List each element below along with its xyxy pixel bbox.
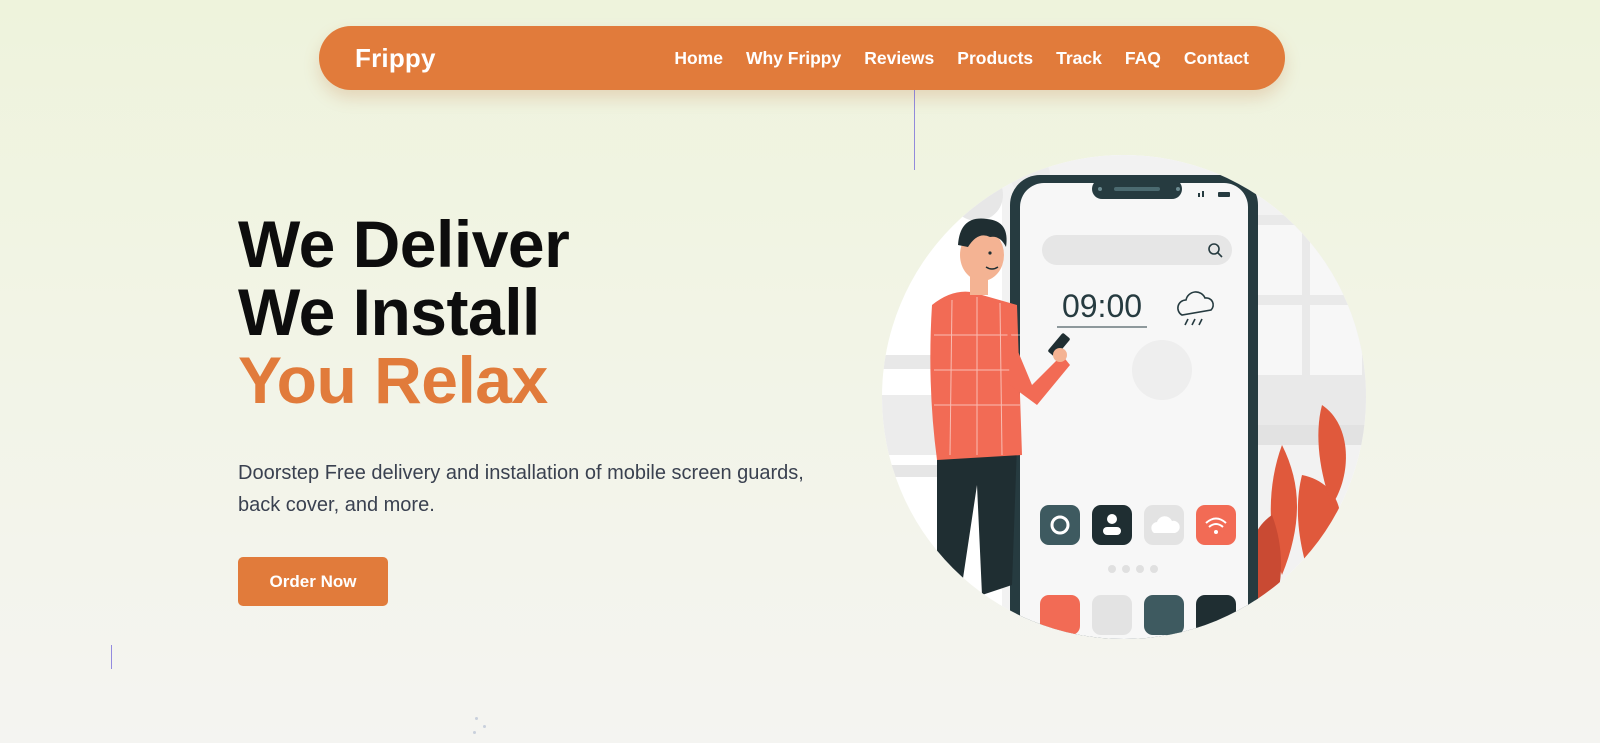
brand-logo[interactable]: Frippy [355,43,436,74]
phone-search-bar [1042,235,1232,265]
nav-track[interactable]: Track [1056,48,1102,69]
main-menu: Home Why Frippy Reviews Products Track F… [651,48,1249,69]
hero-headline: We Deliver We Install You Relax [238,207,570,417]
nav-products[interactable]: Products [957,48,1033,69]
headline-line-2: We Install [238,275,540,349]
nav-reviews[interactable]: Reviews [864,48,934,69]
phone-clock: 09:00 [1062,288,1142,324]
nav-contact[interactable]: Contact [1184,48,1249,69]
phone-illustration: 09:00 [1010,175,1258,639]
nav-why-frippy[interactable]: Why Frippy [746,48,841,69]
order-now-button[interactable]: Order Now [238,557,388,606]
hero-illustration: 09:00 [882,155,1366,639]
headline-line-1: We Deliver [238,207,570,281]
decorative-line [111,645,112,669]
headline-line-3: You Relax [238,343,548,417]
nav-home[interactable]: Home [674,48,723,69]
phone-icon [1040,595,1080,635]
gear-icon [1040,505,1080,545]
hero-description: Doorstep Free delivery and installation … [238,462,804,516]
whatsapp-icon [1144,595,1184,635]
user-icon [1092,505,1132,545]
nav-faq[interactable]: FAQ [1125,48,1161,69]
top-navbar: Frippy Home Why Frippy Reviews Products … [319,26,1285,90]
